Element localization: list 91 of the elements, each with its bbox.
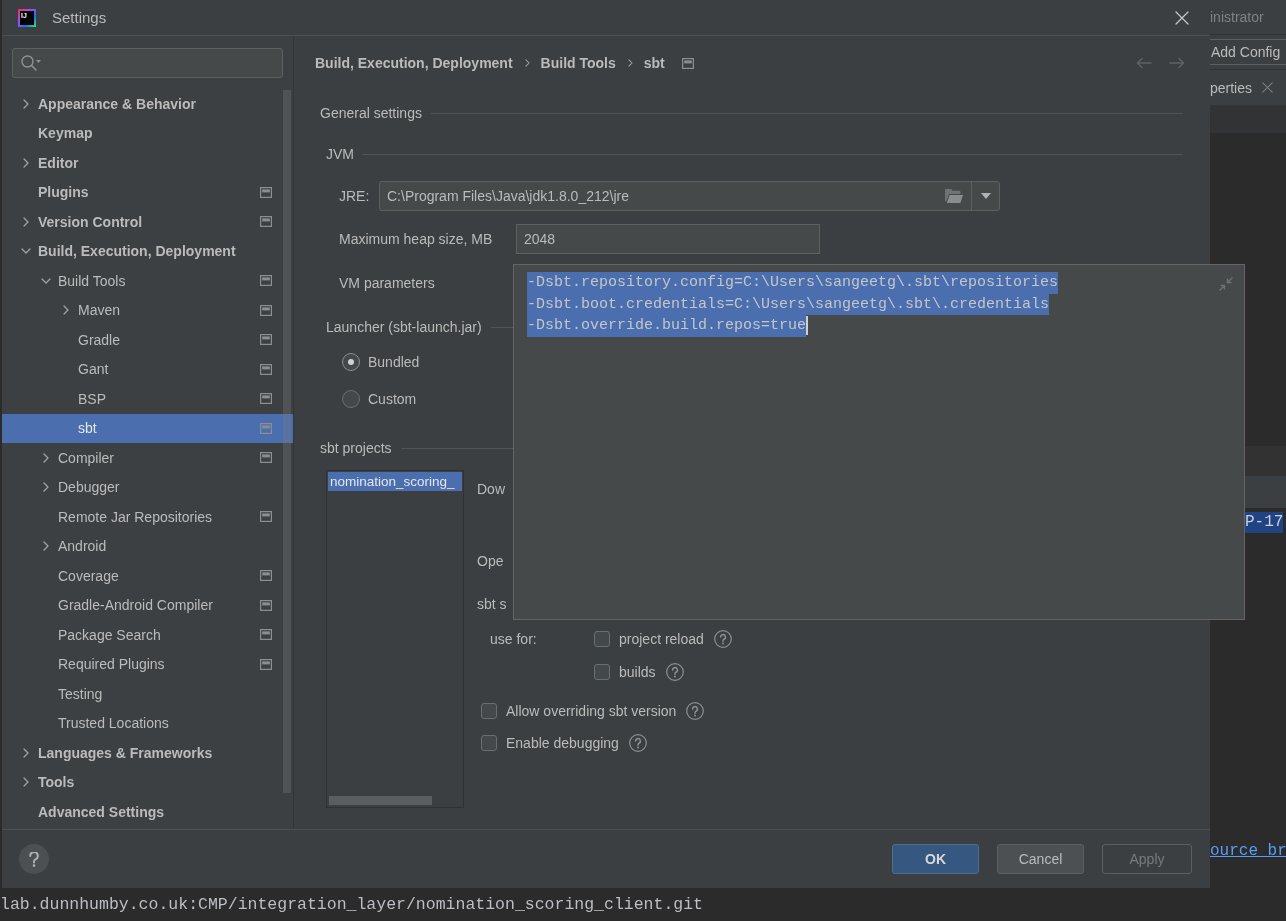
question-mark-icon (29, 851, 39, 867)
section-title: General settings (320, 105, 422, 121)
help-icon[interactable] (665, 663, 684, 681)
field-label: use for: (490, 631, 538, 647)
sidebar-item[interactable]: Trusted Locations (2, 708, 293, 738)
setting-label: Dow (477, 480, 505, 499)
chevron-right-icon[interactable] (23, 747, 29, 758)
window-title: Settings (52, 9, 107, 26)
folder-icon[interactable] (945, 189, 963, 203)
sidebar-item[interactable]: Remote Jar Repositories (2, 502, 293, 532)
checkbox-label[interactable]: builds (619, 664, 656, 680)
field-label: VM parameters (339, 275, 436, 291)
chevron-right-icon[interactable] (23, 98, 29, 109)
sidebar-item[interactable]: BSP (2, 384, 293, 414)
window-title-text: inistrator (1210, 9, 1264, 25)
chevron-right-icon[interactable] (23, 216, 29, 227)
breadcrumb-item[interactable]: Build Tools (540, 55, 616, 71)
breadcrumb-item[interactable]: sbt (643, 55, 665, 71)
chevron-right-icon[interactable] (23, 157, 29, 168)
sidebar-item[interactable]: Gradle (2, 325, 293, 355)
sidebar-item[interactable]: Maven (2, 295, 293, 325)
vm-parameters-editor[interactable]: -Dsbt.repository.config=C:\Users\sangeetg\.sbt\repositories -Dsbt.boot.credentials=C:\Users\sangeetg\.sbt\.credentials -Dsbt.override.build.repos=true (513, 264, 1245, 620)
chevron-right-icon[interactable] (43, 541, 49, 552)
sidebar-item[interactable]: Compiler (2, 443, 293, 473)
field-label: Maximum heap size, MB (339, 231, 494, 247)
sidebar-item[interactable]: Testing (2, 679, 293, 709)
help-icon[interactable] (628, 734, 647, 752)
checkbox[interactable] (481, 703, 497, 719)
checkbox[interactable] (594, 664, 610, 680)
sidebar-item[interactable]: sbt (2, 413, 293, 443)
sidebar-item[interactable]: Debugger (2, 472, 293, 502)
section-title: JVM (326, 146, 354, 162)
sidebar-item[interactable]: Tools (2, 767, 293, 797)
checkbox-label[interactable]: Allow overriding sbt version (506, 703, 677, 719)
dialog-button[interactable]: Cancel (997, 844, 1084, 874)
radio-label[interactable]: Custom (368, 391, 417, 407)
project-list-item[interactable]: nomination_scoring_ (328, 472, 462, 491)
chevron-right-icon[interactable] (63, 305, 69, 316)
breadcrumb-separator-icon (627, 59, 633, 67)
sidebar-item[interactable]: Build, Execution, Deployment (2, 236, 293, 266)
dropdown-arrow-icon[interactable] (980, 193, 991, 199)
search-icon[interactable] (21, 55, 41, 71)
chevron-down-icon[interactable] (41, 277, 51, 284)
sidebar-item[interactable]: Gradle-Android Compiler (2, 590, 293, 620)
collapse-arrows-icon[interactable] (1219, 277, 1233, 291)
checkbox-label[interactable]: Enable debugging (506, 735, 619, 751)
sidebar-item[interactable]: Required Plugins (2, 649, 293, 679)
help-icon[interactable] (686, 702, 705, 720)
sidebar-item[interactable]: Build Tools (2, 266, 293, 296)
chevron-right-icon[interactable] (43, 482, 49, 493)
jre-combobox[interactable]: C:\Program Files\Java\jdk1.8.0_212\jre (379, 181, 1000, 211)
breadcrumb-item[interactable]: Build, Execution, Deployment (315, 55, 513, 71)
radio-button[interactable] (342, 353, 360, 371)
heap-size-input[interactable]: 2048 (516, 224, 820, 254)
chevron-down-icon[interactable] (21, 248, 31, 255)
help-icon[interactable] (713, 630, 732, 648)
radio-label[interactable]: Bundled (368, 354, 420, 370)
checkbox-label[interactable]: project reload (619, 631, 704, 647)
sidebar-item[interactable]: Android (2, 531, 293, 561)
sidebar-item[interactable]: Gant (2, 354, 293, 384)
dialog-button[interactable]: OK (892, 844, 979, 874)
section-title: sbt projects (320, 440, 392, 456)
sidebar-item[interactable]: Coverage (2, 561, 293, 591)
checkbox[interactable] (481, 735, 497, 751)
radio-button[interactable] (342, 390, 360, 408)
close-icon[interactable] (1175, 10, 1189, 25)
chevron-right-icon[interactable] (43, 452, 49, 463)
text-cursor (806, 316, 809, 336)
sidebar-item[interactable]: Advanced Settings (2, 797, 293, 827)
search-field[interactable] (12, 48, 283, 78)
link[interactable]: ource_br (1210, 841, 1286, 862)
close-icon[interactable] (1262, 82, 1274, 93)
sidebar-item[interactable]: Package Search (2, 620, 293, 650)
scrollbar-thumb[interactable] (283, 90, 291, 793)
sidebar-item[interactable]: Editor (2, 148, 293, 178)
field-label: JRE: (339, 188, 371, 204)
sidebar-item[interactable]: Version Control (2, 207, 293, 237)
scrollbar-thumb[interactable] (329, 796, 432, 805)
section-title: Launcher (sbt-launch.jar) (326, 319, 482, 335)
highlighted-code-text: P-17 (1245, 512, 1284, 533)
setting-label: Ope (477, 552, 504, 571)
breadcrumb-separator-icon (524, 59, 530, 67)
sidebar-item[interactable]: Plugins (2, 177, 293, 207)
help-button[interactable] (19, 844, 49, 874)
sidebar-item[interactable]: Appearance & Behavior (2, 89, 293, 119)
console-line: lab.dunnhumby.co.uk:CMP/integration_layer/nomination_scoring_client.git (0, 895, 703, 914)
chevron-right-icon[interactable] (23, 777, 29, 788)
sidebar-item[interactable]: Keymap (2, 118, 293, 148)
checkbox[interactable] (594, 631, 610, 647)
setting-label: sbt s (477, 595, 507, 614)
sidebar-item[interactable]: Languages & Frameworks (2, 738, 293, 768)
